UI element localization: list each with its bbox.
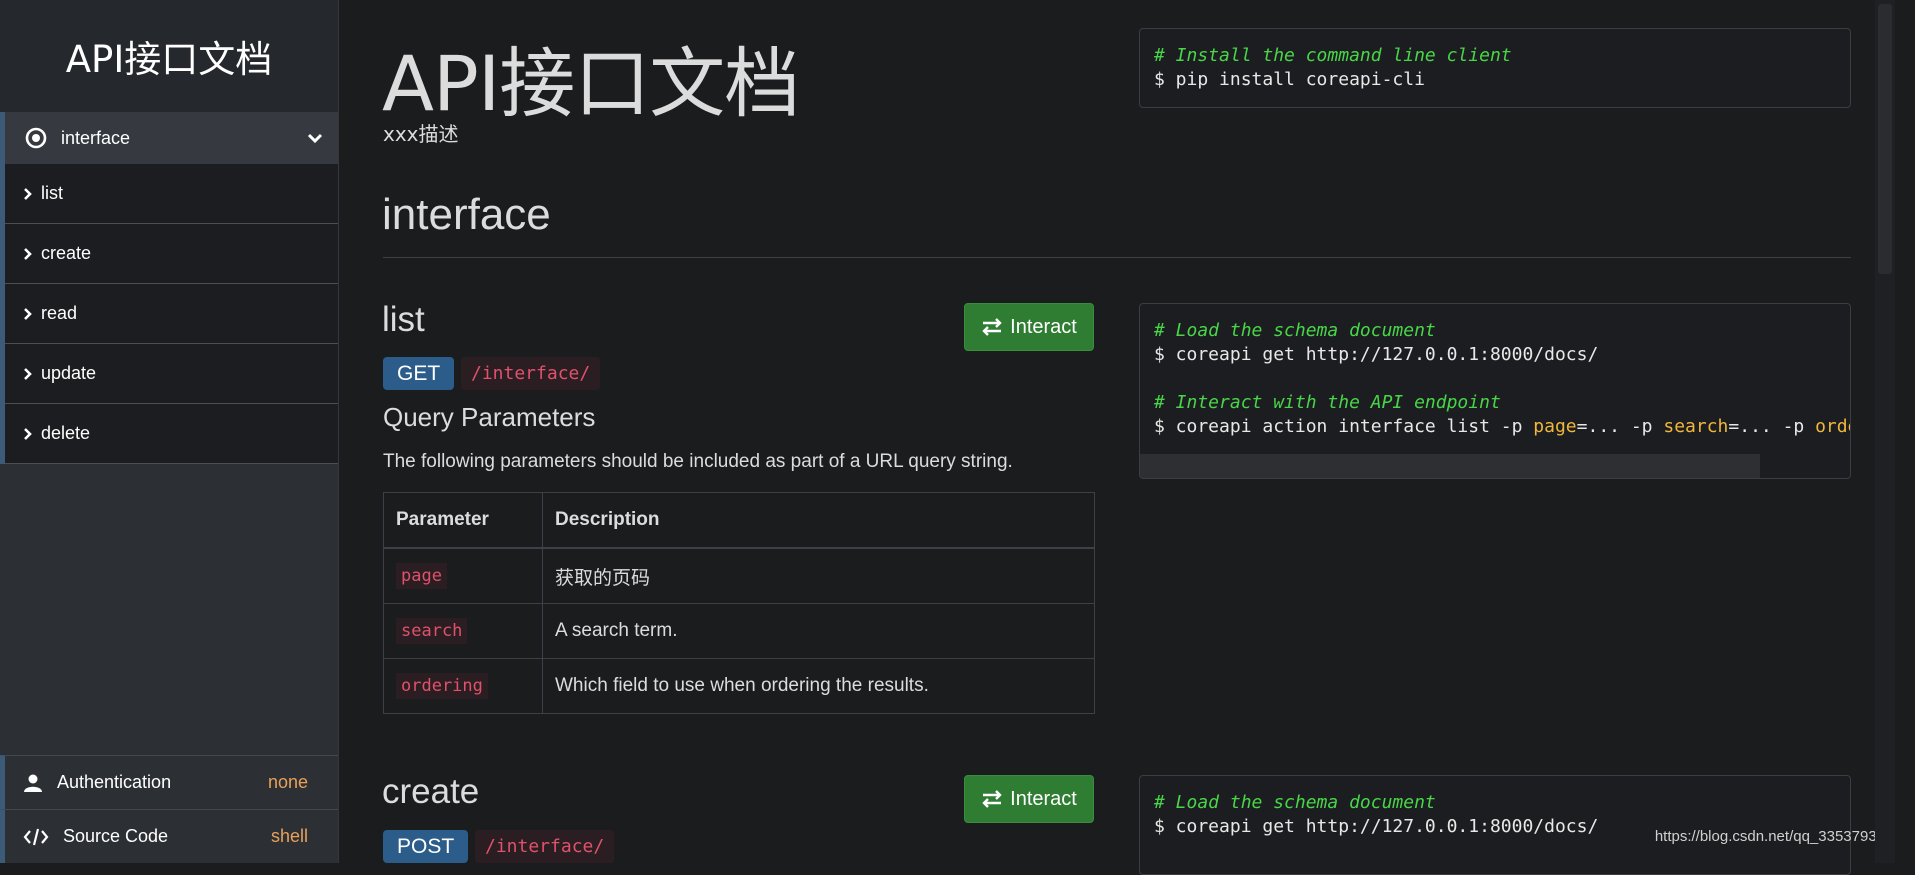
source-code-label: Source Code (63, 826, 169, 846)
page-description: xxx描述 (383, 122, 459, 146)
chevron-right-icon (23, 187, 33, 201)
table-row: ordering Which field to use when orderin… (383, 658, 1095, 714)
param-description: 获取的页码 (542, 547, 1095, 604)
code-param: search (1663, 416, 1729, 437)
method-badge: GET (383, 357, 455, 390)
code-line: $ coreapi get http://127.0.0.1:8000/docs… (1154, 816, 1599, 837)
param-description: Which field to use when ordering the res… (542, 658, 1095, 714)
authentication-value[interactable]: none (268, 772, 308, 793)
interact-button-list[interactable]: Interact (964, 303, 1094, 351)
code-line: $ pip install coreapi-cli (1154, 69, 1425, 90)
sidebar-item-label: list (41, 183, 63, 203)
code-comment: # Install the command line client (1154, 45, 1512, 66)
code-param: page (1533, 416, 1577, 437)
section-divider (383, 257, 1851, 258)
list-code-block: # Load the schema document $ coreapi get… (1139, 303, 1851, 479)
table-row: search A search term. (383, 603, 1095, 659)
table-header-row: Parameter Description (383, 492, 1095, 549)
install-code-block: # Install the command line client $ pip … (1139, 28, 1851, 108)
param-name: page (396, 563, 447, 589)
sidebar-nav-list: list create read update delete (0, 164, 338, 464)
main-content: API接口文档 xxx描述 # Install the command line… (339, 0, 1895, 875)
code-line: $ coreapi action interface list -p (1154, 416, 1534, 437)
vertical-scrollbar[interactable] (1875, 0, 1895, 863)
source-code-value[interactable]: shell (271, 826, 308, 847)
method-badge: POST (383, 830, 469, 863)
code-comment: # Load the schema document (1154, 792, 1436, 813)
sidebar-item-create[interactable]: create (5, 224, 338, 284)
query-parameters-description: The following parameters should be inclu… (383, 451, 1013, 472)
sidebar-item-label: delete (41, 423, 91, 443)
param-name: ordering (396, 673, 488, 699)
chevron-right-icon (23, 427, 33, 441)
code-comment: # Load the schema document (1154, 320, 1436, 341)
interact-label: Interact (1010, 787, 1077, 810)
code-icon (23, 827, 49, 847)
param-name-cell: ordering (383, 658, 543, 714)
sidebar-item-list[interactable]: list (5, 164, 338, 224)
swap-arrows-icon (981, 790, 1003, 808)
sidebar-brand[interactable]: API接口文档 (0, 0, 338, 112)
user-icon (23, 773, 43, 793)
code-line: $ coreapi get http://127.0.0.1:8000/docs… (1154, 344, 1599, 365)
code-comment: # Interact with the API endpoint (1154, 392, 1501, 413)
sidebar-item-label: update (41, 363, 97, 383)
interact-button-create[interactable]: Interact (964, 775, 1094, 823)
code-line: =... -p (1728, 416, 1816, 437)
sidebar-authentication[interactable]: Authentication none (0, 755, 338, 809)
endpoint-title-create: create (382, 772, 480, 811)
param-name-cell: search (383, 603, 543, 659)
create-code-block: # Load the schema document $ coreapi get… (1139, 775, 1851, 875)
code-line: =... -p (1576, 416, 1664, 437)
endpoint-path: /interface/ (461, 357, 601, 390)
chevron-right-icon (23, 247, 33, 261)
sidebar-item-read[interactable]: read (5, 284, 338, 344)
query-parameters-title: Query Parameters (383, 402, 596, 432)
code-param: orde (1815, 416, 1850, 437)
endpoint-title-list: list (382, 300, 425, 339)
sidebar-item-label: create (41, 243, 92, 263)
swap-arrows-icon (981, 318, 1003, 336)
param-name: search (396, 618, 468, 644)
param-name-cell: page (383, 547, 543, 604)
page-title: API接口文档 (382, 39, 800, 128)
watermark: https://blog.csdn.net/qq_33537936 (1654, 828, 1885, 845)
sidebar-item-update[interactable]: update (5, 344, 338, 404)
interact-label: Interact (1010, 315, 1077, 338)
chevron-right-icon (23, 367, 33, 381)
endpoint-path: /interface/ (475, 830, 615, 863)
table-row: page 获取的页码 (383, 547, 1095, 604)
param-description: A search term. (542, 603, 1095, 659)
chevron-right-icon (23, 307, 33, 321)
parameters-table: Parameter Description page 获取的页码 search … (383, 492, 1095, 714)
column-header-description: Description (542, 492, 1095, 549)
sidebar: API接口文档 interface list create read updat… (0, 0, 339, 863)
sidebar-source-code[interactable]: Source Code shell (0, 809, 338, 863)
sidebar-footer: Authentication none Source Code shell (0, 755, 338, 863)
authentication-label: Authentication (57, 772, 172, 792)
target-icon (25, 127, 47, 149)
horizontal-scrollbar[interactable] (1140, 454, 1760, 478)
chevron-down-icon (306, 129, 324, 147)
column-header-parameter: Parameter (383, 492, 543, 549)
section-title: interface (382, 190, 551, 239)
sidebar-item-delete[interactable]: delete (5, 404, 338, 464)
scrollbar-thumb[interactable] (1878, 4, 1892, 274)
sidebar-item-label: read (41, 303, 78, 323)
sidebar-section-label: interface (61, 127, 131, 148)
sidebar-section-interface[interactable]: interface (0, 112, 338, 164)
